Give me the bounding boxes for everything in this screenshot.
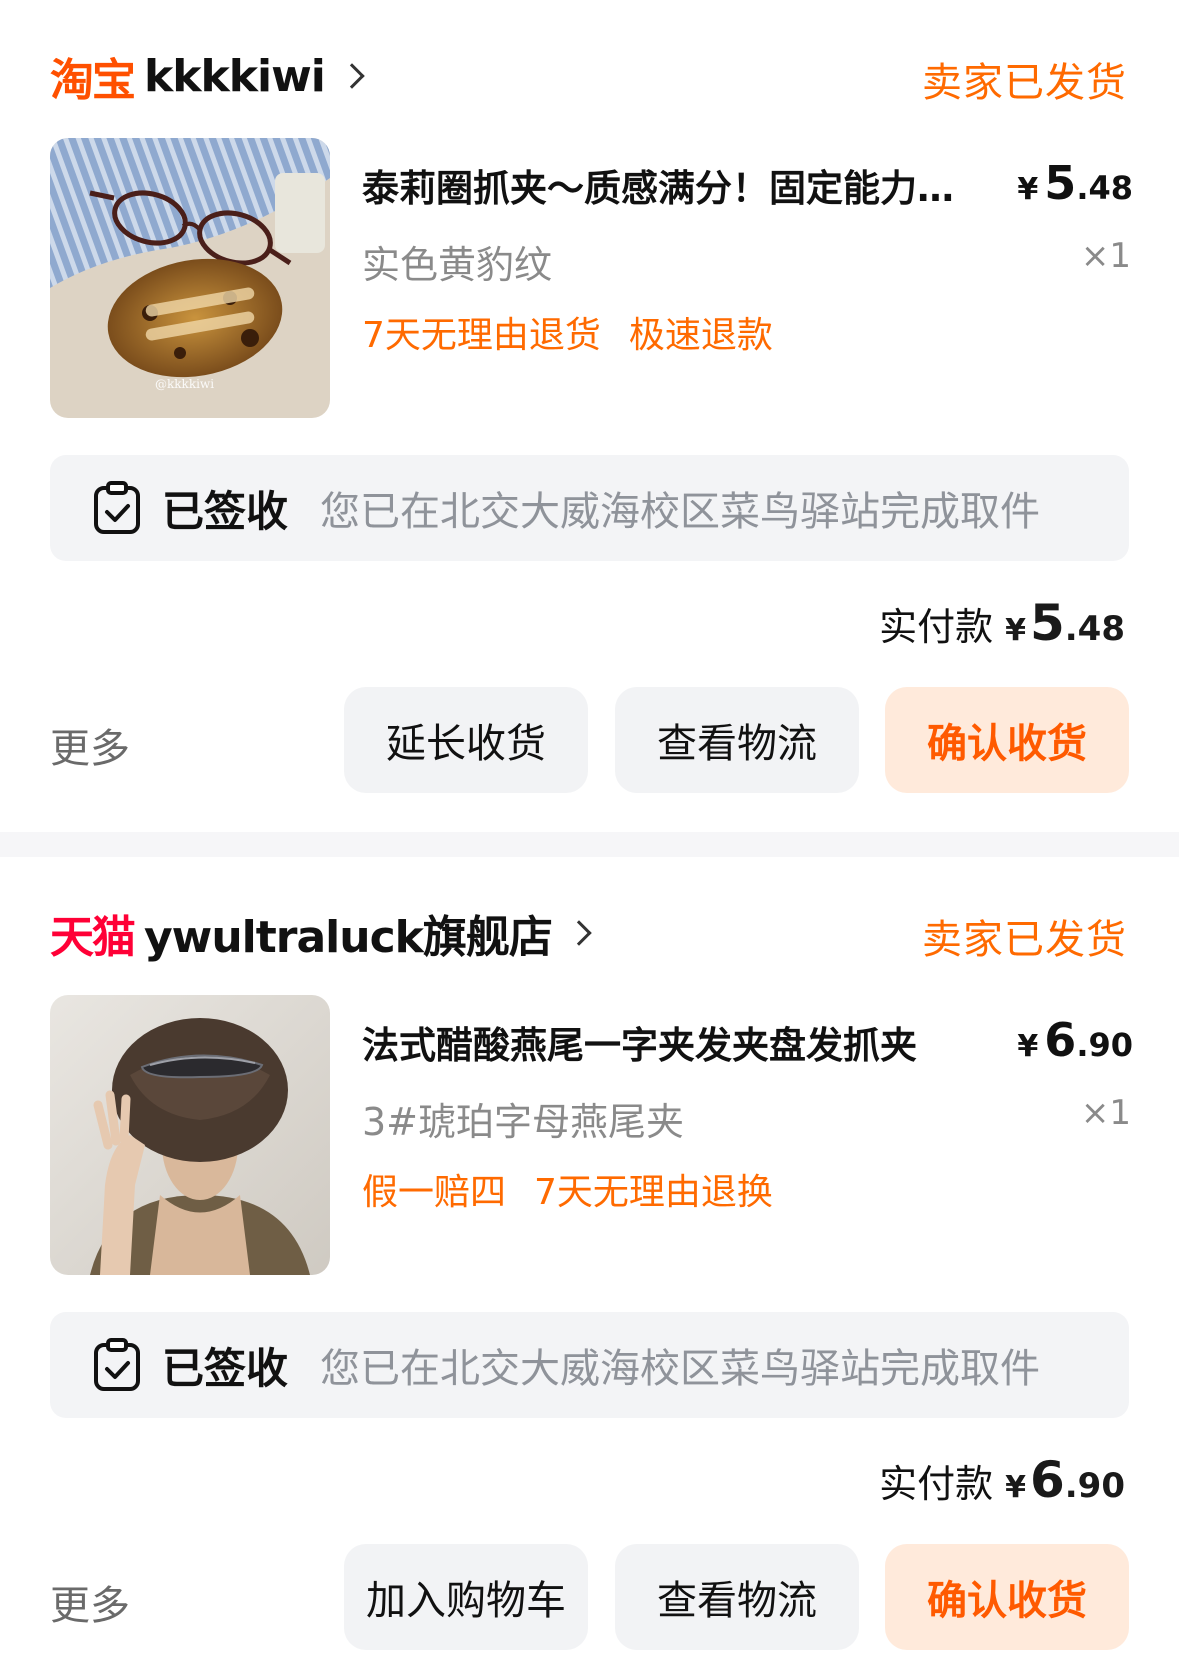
product-sku: 实色黄豹纹 xyxy=(362,243,553,287)
clipboard-check-icon xyxy=(94,1338,140,1391)
add-to-cart-button[interactable]: 加入购物车 xyxy=(344,1544,588,1650)
order-status: 卖家已发货 xyxy=(922,917,1127,963)
price-decimal: .48 xyxy=(1076,169,1133,207)
logistics-bar[interactable]: 已签收 您已在北交大威海校区菜鸟驿站完成取件 xyxy=(50,1312,1129,1418)
paid-decimal: .48 xyxy=(1064,609,1125,649)
tmall-logo: 天猫 xyxy=(50,912,136,963)
extend-receipt-button[interactable]: 延长收货 xyxy=(344,687,588,793)
product-quantity: ×1 xyxy=(1080,236,1131,276)
order-status: 卖家已发货 xyxy=(922,60,1127,106)
amount-paid: 实付款 ¥ 5 .48 xyxy=(879,594,1125,652)
shop-header[interactable]: 天猫 ywultraluck旗舰店 xyxy=(50,901,592,965)
currency-symbol: ¥ xyxy=(1017,172,1039,207)
amount-paid-label: 实付款 xyxy=(879,605,994,649)
product-quantity: ×1 xyxy=(1080,1093,1131,1133)
logistics-bar[interactable]: 已签收 您已在北交大威海校区菜鸟驿站完成取件 xyxy=(50,455,1129,561)
currency-symbol: ¥ xyxy=(1017,1029,1039,1064)
logistics-state: 已签收 xyxy=(162,1343,289,1393)
product-title[interactable]: 泰莉圈抓夹～质感满分！固定能力超强 xyxy=(362,158,982,212)
service-tags: 7天无理由退货 极速退款 xyxy=(362,306,773,358)
more-button[interactable]: 更多 xyxy=(50,1573,130,1631)
service-tags: 假一赔四 7天无理由退换 xyxy=(362,1163,773,1215)
product-sku: 3#琥珀字母燕尾夹 xyxy=(362,1100,685,1144)
view-logistics-button[interactable]: 查看物流 xyxy=(615,687,859,793)
service-tag: 7天无理由退货 xyxy=(362,315,601,356)
amount-paid-label: 实付款 xyxy=(879,1462,994,1506)
logistics-detail: 您已在北交大威海校区菜鸟驿站完成取件 xyxy=(320,489,1041,535)
unit-price: ¥ 5 .48 xyxy=(1017,156,1133,210)
shop-name[interactable]: ywultraluck旗舰店 xyxy=(144,901,553,965)
paid-decimal: .90 xyxy=(1064,1466,1125,1506)
product-image: @kkkkiwi xyxy=(50,138,330,418)
service-tag: 极速退款 xyxy=(628,315,773,356)
order-card: 淘宝 kkkkiwi 卖家已发货 @kkkkiwi 泰莉圈抓夹～质感满分！固定能… xyxy=(0,0,1179,832)
clipboard-check-icon xyxy=(94,481,140,534)
logistics-state: 已签收 xyxy=(162,486,289,536)
unit-price: ¥ 6 .90 xyxy=(1017,1013,1133,1067)
taobao-logo: 淘宝 xyxy=(50,55,136,106)
logistics-detail: 您已在北交大威海校区菜鸟驿站完成取件 xyxy=(320,1346,1041,1392)
service-tag: 7天无理由退换 xyxy=(534,1172,773,1213)
order-card: 天猫 ywultraluck旗舰店 卖家已发货 法式醋酸燕尾一字夹发夹盘发抓夹 xyxy=(0,857,1179,1668)
paid-integer: 5 xyxy=(1029,594,1065,652)
chevron-right-icon[interactable] xyxy=(566,920,592,946)
more-button[interactable]: 更多 xyxy=(50,716,130,774)
currency-symbol: ¥ xyxy=(1005,613,1026,648)
product-title[interactable]: 法式醋酸燕尾一字夹发夹盘发抓夹 xyxy=(362,1015,982,1069)
shop-name[interactable]: kkkkiwi xyxy=(144,51,326,102)
confirm-receipt-button[interactable]: 确认收货 xyxy=(885,687,1129,793)
product-image xyxy=(50,995,330,1275)
product-thumbnail[interactable] xyxy=(50,995,330,1275)
currency-symbol: ¥ xyxy=(1005,1470,1026,1505)
image-watermark: @kkkkiwi xyxy=(155,377,214,391)
confirm-receipt-button[interactable]: 确认收货 xyxy=(885,1544,1129,1650)
shop-header[interactable]: 淘宝 kkkkiwi xyxy=(50,46,365,106)
product-thumbnail[interactable]: @kkkkiwi xyxy=(50,138,330,418)
amount-paid: 实付款 ¥ 6 .90 xyxy=(879,1451,1125,1509)
chevron-right-icon[interactable] xyxy=(339,63,365,89)
service-tag: 假一赔四 xyxy=(362,1172,507,1213)
paid-integer: 6 xyxy=(1029,1451,1065,1509)
view-logistics-button[interactable]: 查看物流 xyxy=(615,1544,859,1650)
price-integer: 5 xyxy=(1044,156,1077,210)
price-integer: 6 xyxy=(1044,1013,1077,1067)
price-decimal: .90 xyxy=(1076,1026,1133,1064)
